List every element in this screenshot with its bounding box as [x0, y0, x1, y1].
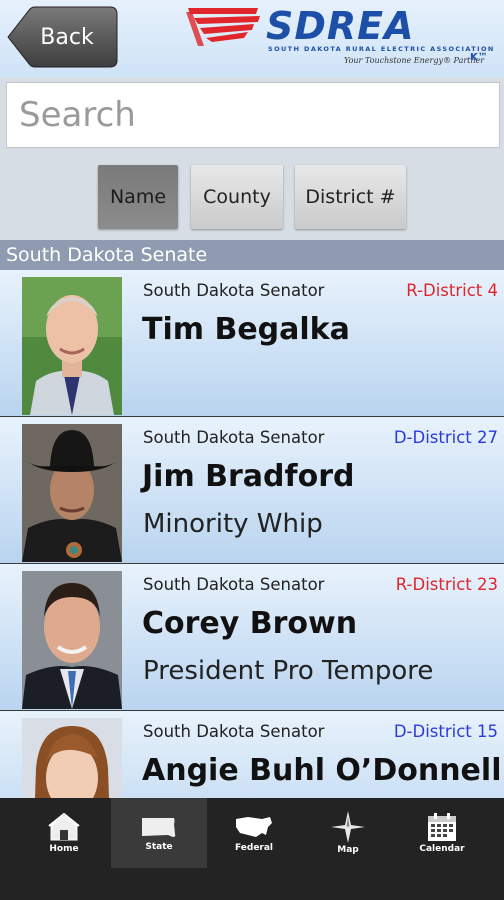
legislator-name: Corey Brown	[142, 606, 358, 641]
list-item[interactable]: South Dakota Senator D-District 15 Angie…	[0, 711, 504, 798]
legislator-photo	[22, 277, 122, 415]
legislator-name: Jim Bradford	[142, 459, 355, 494]
legislator-district: D-District 27	[393, 428, 498, 447]
legislator-list[interactable]: South Dakota Senator R-District 4 Tim Be…	[0, 270, 504, 798]
nav-calendar-label: Calendar	[419, 844, 465, 854]
nav-calendar[interactable]: Calendar	[394, 798, 490, 868]
usa-map-icon	[236, 817, 272, 837]
legislator-photo	[22, 424, 122, 562]
legislator-photo	[22, 718, 122, 798]
list-item[interactable]: South Dakota Senator D-District 27 Jim B…	[0, 417, 504, 564]
sort-bar: Name County District #	[0, 152, 504, 240]
nav-map[interactable]: Map	[300, 798, 396, 868]
nav-state-label: State	[145, 842, 173, 852]
sort-name-button[interactable]: Name	[98, 165, 178, 229]
nav-home[interactable]: Home	[16, 798, 112, 868]
sort-county-button[interactable]: County	[191, 165, 283, 229]
back-button-label: Back	[40, 24, 94, 50]
list-item[interactable]: South Dakota Senator R-District 23 Corey…	[0, 564, 504, 711]
calendar-icon	[428, 813, 456, 841]
nav-home-label: Home	[49, 844, 79, 854]
back-button[interactable]: Back	[6, 6, 118, 68]
bottom-nav: Home State Federal Map Calendar	[0, 798, 504, 900]
south-dakota-icon	[142, 818, 176, 837]
sort-district-button[interactable]: District #	[295, 165, 406, 229]
sdrea-logo: SDREA SOUTH DAKOTA RURAL ELECTRIC ASSOCI…	[184, 2, 500, 74]
legislator-name: Tim Begalka	[142, 312, 350, 347]
nav-federal[interactable]: Federal	[206, 798, 302, 868]
app-header: Back SDREA SOUTH DAKOTA RURAL ELECTRIC A…	[0, 0, 504, 78]
sdrea-logo-mark-icon	[186, 8, 260, 46]
search-input[interactable]: Search	[6, 82, 500, 148]
nav-state[interactable]: State	[111, 798, 207, 868]
legislator-role: South Dakota Senator	[143, 281, 325, 300]
home-icon	[48, 812, 80, 841]
legislator-district: R-District 23	[395, 575, 498, 594]
legislator-title: President Pro Tempore	[143, 656, 434, 686]
nav-federal-label: Federal	[234, 843, 274, 853]
legislator-role: South Dakota Senator	[143, 575, 325, 594]
search-bar: Search	[0, 78, 504, 152]
legislator-photo	[22, 571, 122, 709]
nav-map-label: Map	[337, 845, 359, 855]
legislator-district: R-District 4	[406, 281, 498, 300]
compass-icon	[331, 811, 365, 843]
legislator-role: South Dakota Senator	[143, 428, 325, 447]
logo-subtitle: SOUTH DAKOTA RURAL ELECTRIC ASSOCIATION	[268, 45, 495, 53]
legislator-title: Minority Whip	[143, 509, 323, 539]
legislator-district: D-District 15	[393, 722, 498, 741]
section-header: South Dakota Senate	[0, 240, 504, 270]
legislator-name: Angie Buhl O’Donnell	[142, 753, 502, 788]
legislator-role: South Dakota Senator	[143, 722, 325, 741]
logo-tagline: Your Touchstone Energy® Partner	[344, 56, 485, 65]
list-item[interactable]: South Dakota Senator R-District 4 Tim Be…	[0, 270, 504, 417]
logo-name: SDREA	[266, 4, 415, 48]
touchstone-logo: K™	[470, 52, 488, 63]
